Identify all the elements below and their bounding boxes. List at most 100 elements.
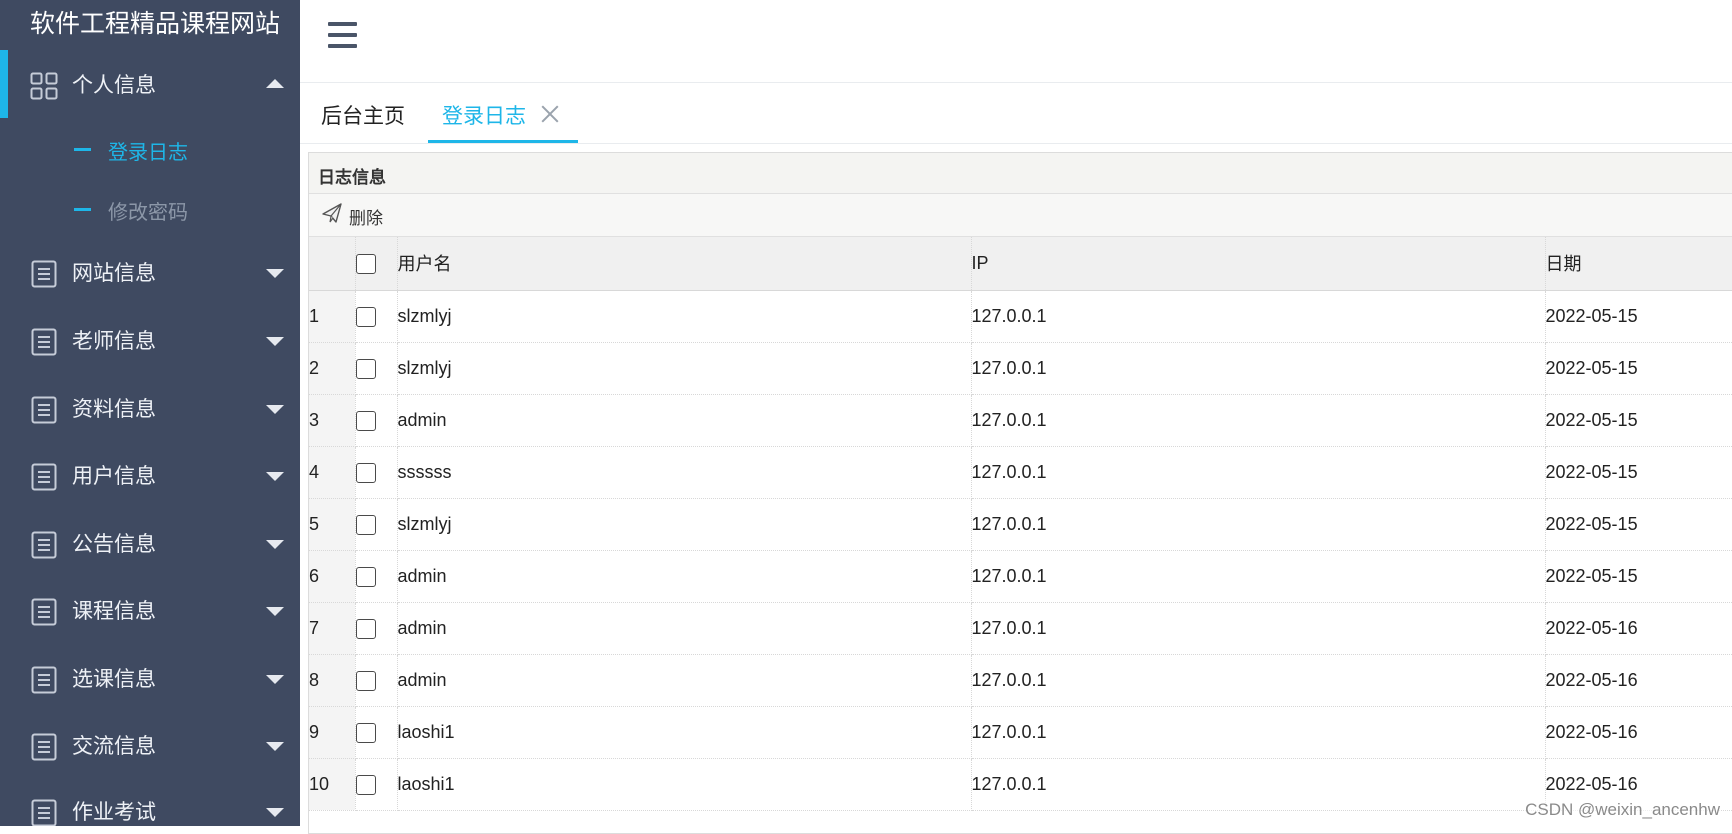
sidebar-item-label: 网站信息 <box>72 261 156 285</box>
cell-username: slzmlyj <box>397 498 972 551</box>
row-number: 6 <box>309 550 356 603</box>
grid-icon <box>30 72 58 100</box>
sidebar-item-notice-info[interactable]: 公告信息 <box>0 516 300 572</box>
chevron-up-icon <box>266 79 284 88</box>
table-row[interactable]: 3 admin 127.0.0.1 2022-05-15 <box>309 394 1732 447</box>
cell-date: 2022-05-15 <box>1545 290 1732 343</box>
document-icon <box>30 598 58 626</box>
row-checkbox-cell <box>355 602 398 655</box>
sidebar-item-course-info[interactable]: 课程信息 <box>0 583 300 639</box>
cell-date: 2022-05-15 <box>1545 498 1732 551</box>
sidebar-item-discussion-info[interactable]: 交流信息 <box>0 718 300 774</box>
select-all-cell <box>355 237 398 291</box>
sidebar-item-label: 公告信息 <box>72 532 156 556</box>
sidebar-item-personal-info[interactable]: 个人信息 <box>0 57 300 113</box>
cell-ip: 127.0.0.1 <box>971 706 1546 759</box>
column-header-ip[interactable]: IP <box>971 237 1546 291</box>
cell-date: 2022-05-16 <box>1545 706 1732 759</box>
cell-ip: 127.0.0.1 <box>971 394 1546 447</box>
sidebar-item-label: 作业考试 <box>72 800 156 824</box>
row-checkbox-cell <box>355 290 398 343</box>
table-row[interactable]: 9 laoshi1 127.0.0.1 2022-05-16 <box>309 706 1732 759</box>
document-icon <box>30 799 58 826</box>
dash-icon <box>74 148 91 151</box>
sidebar-subitem-label: 修改密码 <box>108 200 188 224</box>
sidebar-item-material-info[interactable]: 资料信息 <box>0 381 300 437</box>
close-icon[interactable] <box>540 103 560 123</box>
chevron-down-icon <box>266 808 284 817</box>
row-checkbox[interactable] <box>355 774 376 795</box>
cell-username: slzmlyj <box>397 342 972 395</box>
cell-date: 2022-05-15 <box>1545 550 1732 603</box>
table-row[interactable]: 2 slzmlyj 127.0.0.1 2022-05-15 <box>309 342 1732 395</box>
row-checkbox[interactable] <box>355 358 376 379</box>
tab-label: 后台主页 <box>321 104 405 128</box>
row-number: 1 <box>309 290 356 343</box>
table-row[interactable]: 5 slzmlyj 127.0.0.1 2022-05-15 <box>309 498 1732 551</box>
cell-date: 2022-05-15 <box>1545 446 1732 499</box>
cell-ip: 127.0.0.1 <box>971 758 1546 811</box>
sidebar-subitem-change-password[interactable]: 修改密码 <box>0 186 300 230</box>
tab-label: 登录日志 <box>442 104 526 128</box>
log-table: 用户名 IP 日期 1 slzmlyj 127.0.0.1 2022-05-15… <box>309 237 1732 811</box>
hamburger-line <box>328 33 357 37</box>
cell-ip: 127.0.0.1 <box>971 602 1546 655</box>
table-row[interactable]: 4 ssssss 127.0.0.1 2022-05-15 <box>309 446 1732 499</box>
cell-ip: 127.0.0.1 <box>971 550 1546 603</box>
tab-home[interactable]: 后台主页 <box>300 83 427 143</box>
sidebar-item-teacher-info[interactable]: 老师信息 <box>0 313 300 369</box>
sidebar-item-label: 选课信息 <box>72 667 156 691</box>
document-icon <box>30 463 58 491</box>
table-row[interactable]: 8 admin 127.0.0.1 2022-05-16 <box>309 654 1732 707</box>
hamburger-line <box>328 22 357 26</box>
sidebar-item-enrollment-info[interactable]: 选课信息 <box>0 651 300 707</box>
document-icon <box>30 733 58 761</box>
sidebar-item-homework-exam[interactable]: 作业考试 <box>0 784 300 826</box>
cell-username: admin <box>397 394 972 447</box>
table-header-row: 用户名 IP 日期 <box>309 237 1732 291</box>
cell-username: laoshi1 <box>397 758 972 811</box>
row-checkbox[interactable] <box>355 618 376 639</box>
row-checkbox-cell <box>355 654 398 707</box>
row-checkbox-cell <box>355 446 398 499</box>
row-checkbox[interactable] <box>355 462 376 483</box>
row-number: 9 <box>309 706 356 759</box>
cell-ip: 127.0.0.1 <box>971 290 1546 343</box>
select-all-checkbox[interactable] <box>355 253 376 274</box>
column-header-date[interactable]: 日期 <box>1545 237 1732 291</box>
table-row[interactable]: 6 admin 127.0.0.1 2022-05-15 <box>309 550 1732 603</box>
table-row[interactable]: 10 laoshi1 127.0.0.1 2022-05-16 <box>309 758 1732 811</box>
row-checkbox[interactable] <box>355 722 376 743</box>
delete-button[interactable]: 删除 <box>321 202 383 230</box>
row-checkbox[interactable] <box>355 514 376 535</box>
document-icon <box>30 328 58 356</box>
menu-toggle-button[interactable] <box>328 20 360 50</box>
row-checkbox[interactable] <box>355 410 376 431</box>
sidebar-subitem-login-log[interactable]: 登录日志 <box>0 126 300 170</box>
cell-date: 2022-05-16 <box>1545 654 1732 707</box>
row-number: 7 <box>309 602 356 655</box>
sidebar: 软件工程精品课程网站 个人信息 登录日志 修改密码 网站信息 老师信息 资料信息… <box>0 0 300 826</box>
table-row[interactable]: 1 slzmlyj 127.0.0.1 2022-05-15 <box>309 290 1732 343</box>
row-number-header <box>309 237 356 291</box>
row-checkbox-cell <box>355 342 398 395</box>
hamburger-line <box>328 44 357 48</box>
row-number: 8 <box>309 654 356 707</box>
table-row[interactable]: 7 admin 127.0.0.1 2022-05-16 <box>309 602 1732 655</box>
site-title: 软件工程精品课程网站 <box>30 9 281 38</box>
delete-label: 删除 <box>349 208 383 229</box>
toolbar: 删除 <box>309 194 1732 237</box>
row-checkbox[interactable] <box>355 670 376 691</box>
cell-username: slzmlyj <box>397 290 972 343</box>
sidebar-item-user-info[interactable]: 用户信息 <box>0 448 300 504</box>
sidebar-item-site-info[interactable]: 网站信息 <box>0 245 300 301</box>
document-icon <box>30 666 58 694</box>
cell-username: ssssss <box>397 446 972 499</box>
chevron-down-icon <box>266 472 284 481</box>
row-number: 3 <box>309 394 356 447</box>
row-checkbox[interactable] <box>355 306 376 327</box>
sidebar-item-label: 用户信息 <box>72 464 156 488</box>
sidebar-subitem-label: 登录日志 <box>108 140 188 164</box>
column-header-username[interactable]: 用户名 <box>397 237 972 291</box>
row-checkbox[interactable] <box>355 566 376 587</box>
